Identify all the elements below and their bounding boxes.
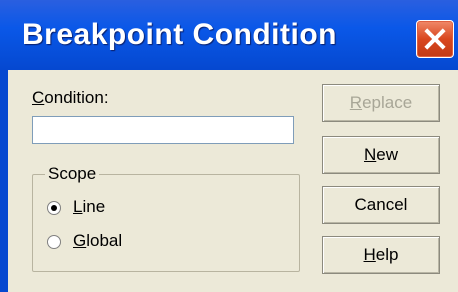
cancel-button[interactable]: Cancel (322, 186, 440, 224)
help-button[interactable]: Help (322, 236, 440, 274)
title-bar[interactable]: Breakpoint Condition (0, 0, 458, 70)
replace-button[interactable]: Replace (322, 84, 440, 122)
dialog-title: Breakpoint Condition (22, 18, 337, 51)
scope-legend: Scope (45, 164, 100, 184)
global-radio-label: Global (73, 231, 123, 250)
breakpoint-condition-dialog: Breakpoint Condition Condition: Scope Li… (0, 0, 458, 292)
window-frame (0, 70, 8, 292)
global-radio[interactable] (47, 235, 61, 249)
line-radio-label: Line (73, 197, 106, 216)
new-button[interactable]: New (322, 136, 440, 174)
close-button[interactable] (416, 20, 454, 58)
line-radio[interactable] (47, 201, 61, 215)
scope-group: Scope Line Global (32, 164, 300, 272)
dialog-body: Condition: Scope Line Global Replace New… (8, 70, 458, 292)
condition-input[interactable] (32, 116, 294, 144)
condition-label: Condition: (32, 88, 109, 107)
